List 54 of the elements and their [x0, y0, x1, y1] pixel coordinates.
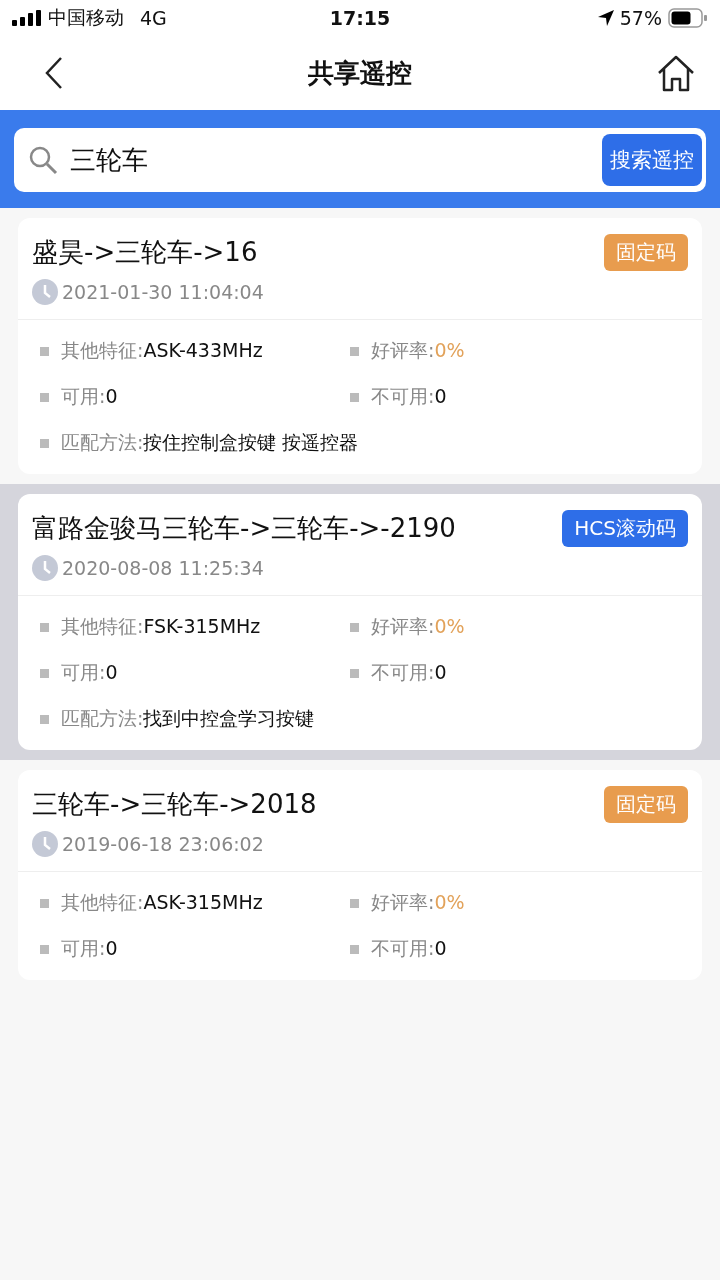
signal-icon	[12, 10, 42, 26]
result-card[interactable]: 三轮车->三轮车->2018 固定码 2019-06-18 23:06:02 其他特征:ASK-315MHz 好评率:0% 可用:0 不可用:0	[18, 770, 702, 980]
field-text: 可用:0	[61, 660, 118, 685]
bullet-icon	[40, 668, 49, 678]
bullet-icon	[350, 668, 359, 678]
bullet-icon	[350, 898, 359, 908]
field-text: 其他特征:FSK-315MHz	[61, 614, 261, 639]
network-type: 4G	[140, 7, 167, 29]
date-time: 2019-06-18 23:06:02	[62, 833, 264, 855]
location-arrow-icon	[597, 10, 614, 26]
result-card[interactable]: 富路金骏马三轮车->三轮车->-2190 HCS滚动码 2020-08-08 11:25:34 其他特征:FSK-315MHz 好评率:0% 可用:0 不可用:0 匹配方法:找到中控盒学习按键	[18, 494, 702, 750]
bullet-icon	[40, 714, 49, 724]
clock-time: 17:15	[329, 7, 391, 29]
field-text: 好评率:0%	[371, 614, 465, 639]
clock-icon	[32, 555, 58, 581]
result-card[interactable]: 盛昊->三轮车->16 固定码 2021-01-30 11:04:04 其他特征:ASK-433MHz 好评率:0% 可用:0 不可用:0 匹配方法:按住控制盒按键 按遥控器	[18, 218, 702, 474]
date-time: 2021-01-30 11:04:04	[62, 281, 264, 303]
remote-title: 三轮车->三轮车->2018	[32, 788, 317, 821]
bullet-icon	[350, 944, 359, 954]
remote-title: 富路金骏马三轮车->三轮车->-2190	[32, 512, 456, 545]
search-field[interactable]: 三轮车 搜索遥控	[14, 128, 706, 192]
bullet-icon	[40, 944, 49, 954]
code-type-tag: HCS滚动码	[562, 510, 688, 547]
field-text: 好评率:0%	[371, 338, 465, 363]
field-text: 不可用:0	[371, 660, 447, 685]
carrier-name: 中国移动	[48, 5, 124, 30]
bullet-icon	[40, 898, 49, 908]
page-title: 共享遥控	[308, 56, 412, 90]
field-text: 不可用:0	[371, 936, 447, 961]
field-text: 好评率:0%	[371, 890, 465, 915]
field-text: 不可用:0	[371, 384, 447, 409]
bullet-icon	[40, 346, 49, 356]
bullet-icon	[350, 622, 359, 632]
code-type-tag: 固定码	[604, 786, 688, 823]
field-text: 其他特征:ASK-315MHz	[61, 890, 263, 915]
field-text: 匹配方法:找到中控盒学习按键	[61, 706, 315, 731]
date-time: 2020-08-08 11:25:34	[62, 557, 264, 579]
battery-icon	[668, 8, 708, 28]
clock-icon	[32, 831, 58, 857]
field-text: 可用:0	[61, 936, 118, 961]
clock-icon	[32, 279, 58, 305]
battery-percent: 57%	[619, 7, 662, 29]
bullet-icon	[350, 346, 359, 356]
remote-title: 盛昊->三轮车->16	[32, 236, 258, 269]
bullet-icon	[40, 622, 49, 632]
bullet-icon	[40, 438, 49, 448]
search-button[interactable]: 搜索遥控	[602, 134, 702, 186]
code-type-tag: 固定码	[604, 234, 688, 271]
field-text: 匹配方法:按住控制盒按键 按遥控器	[61, 430, 359, 455]
field-text: 可用:0	[61, 384, 118, 409]
bullet-icon	[40, 392, 49, 402]
field-text: 其他特征:ASK-433MHz	[61, 338, 263, 363]
bullet-icon	[350, 392, 359, 402]
search-icon	[28, 145, 58, 175]
